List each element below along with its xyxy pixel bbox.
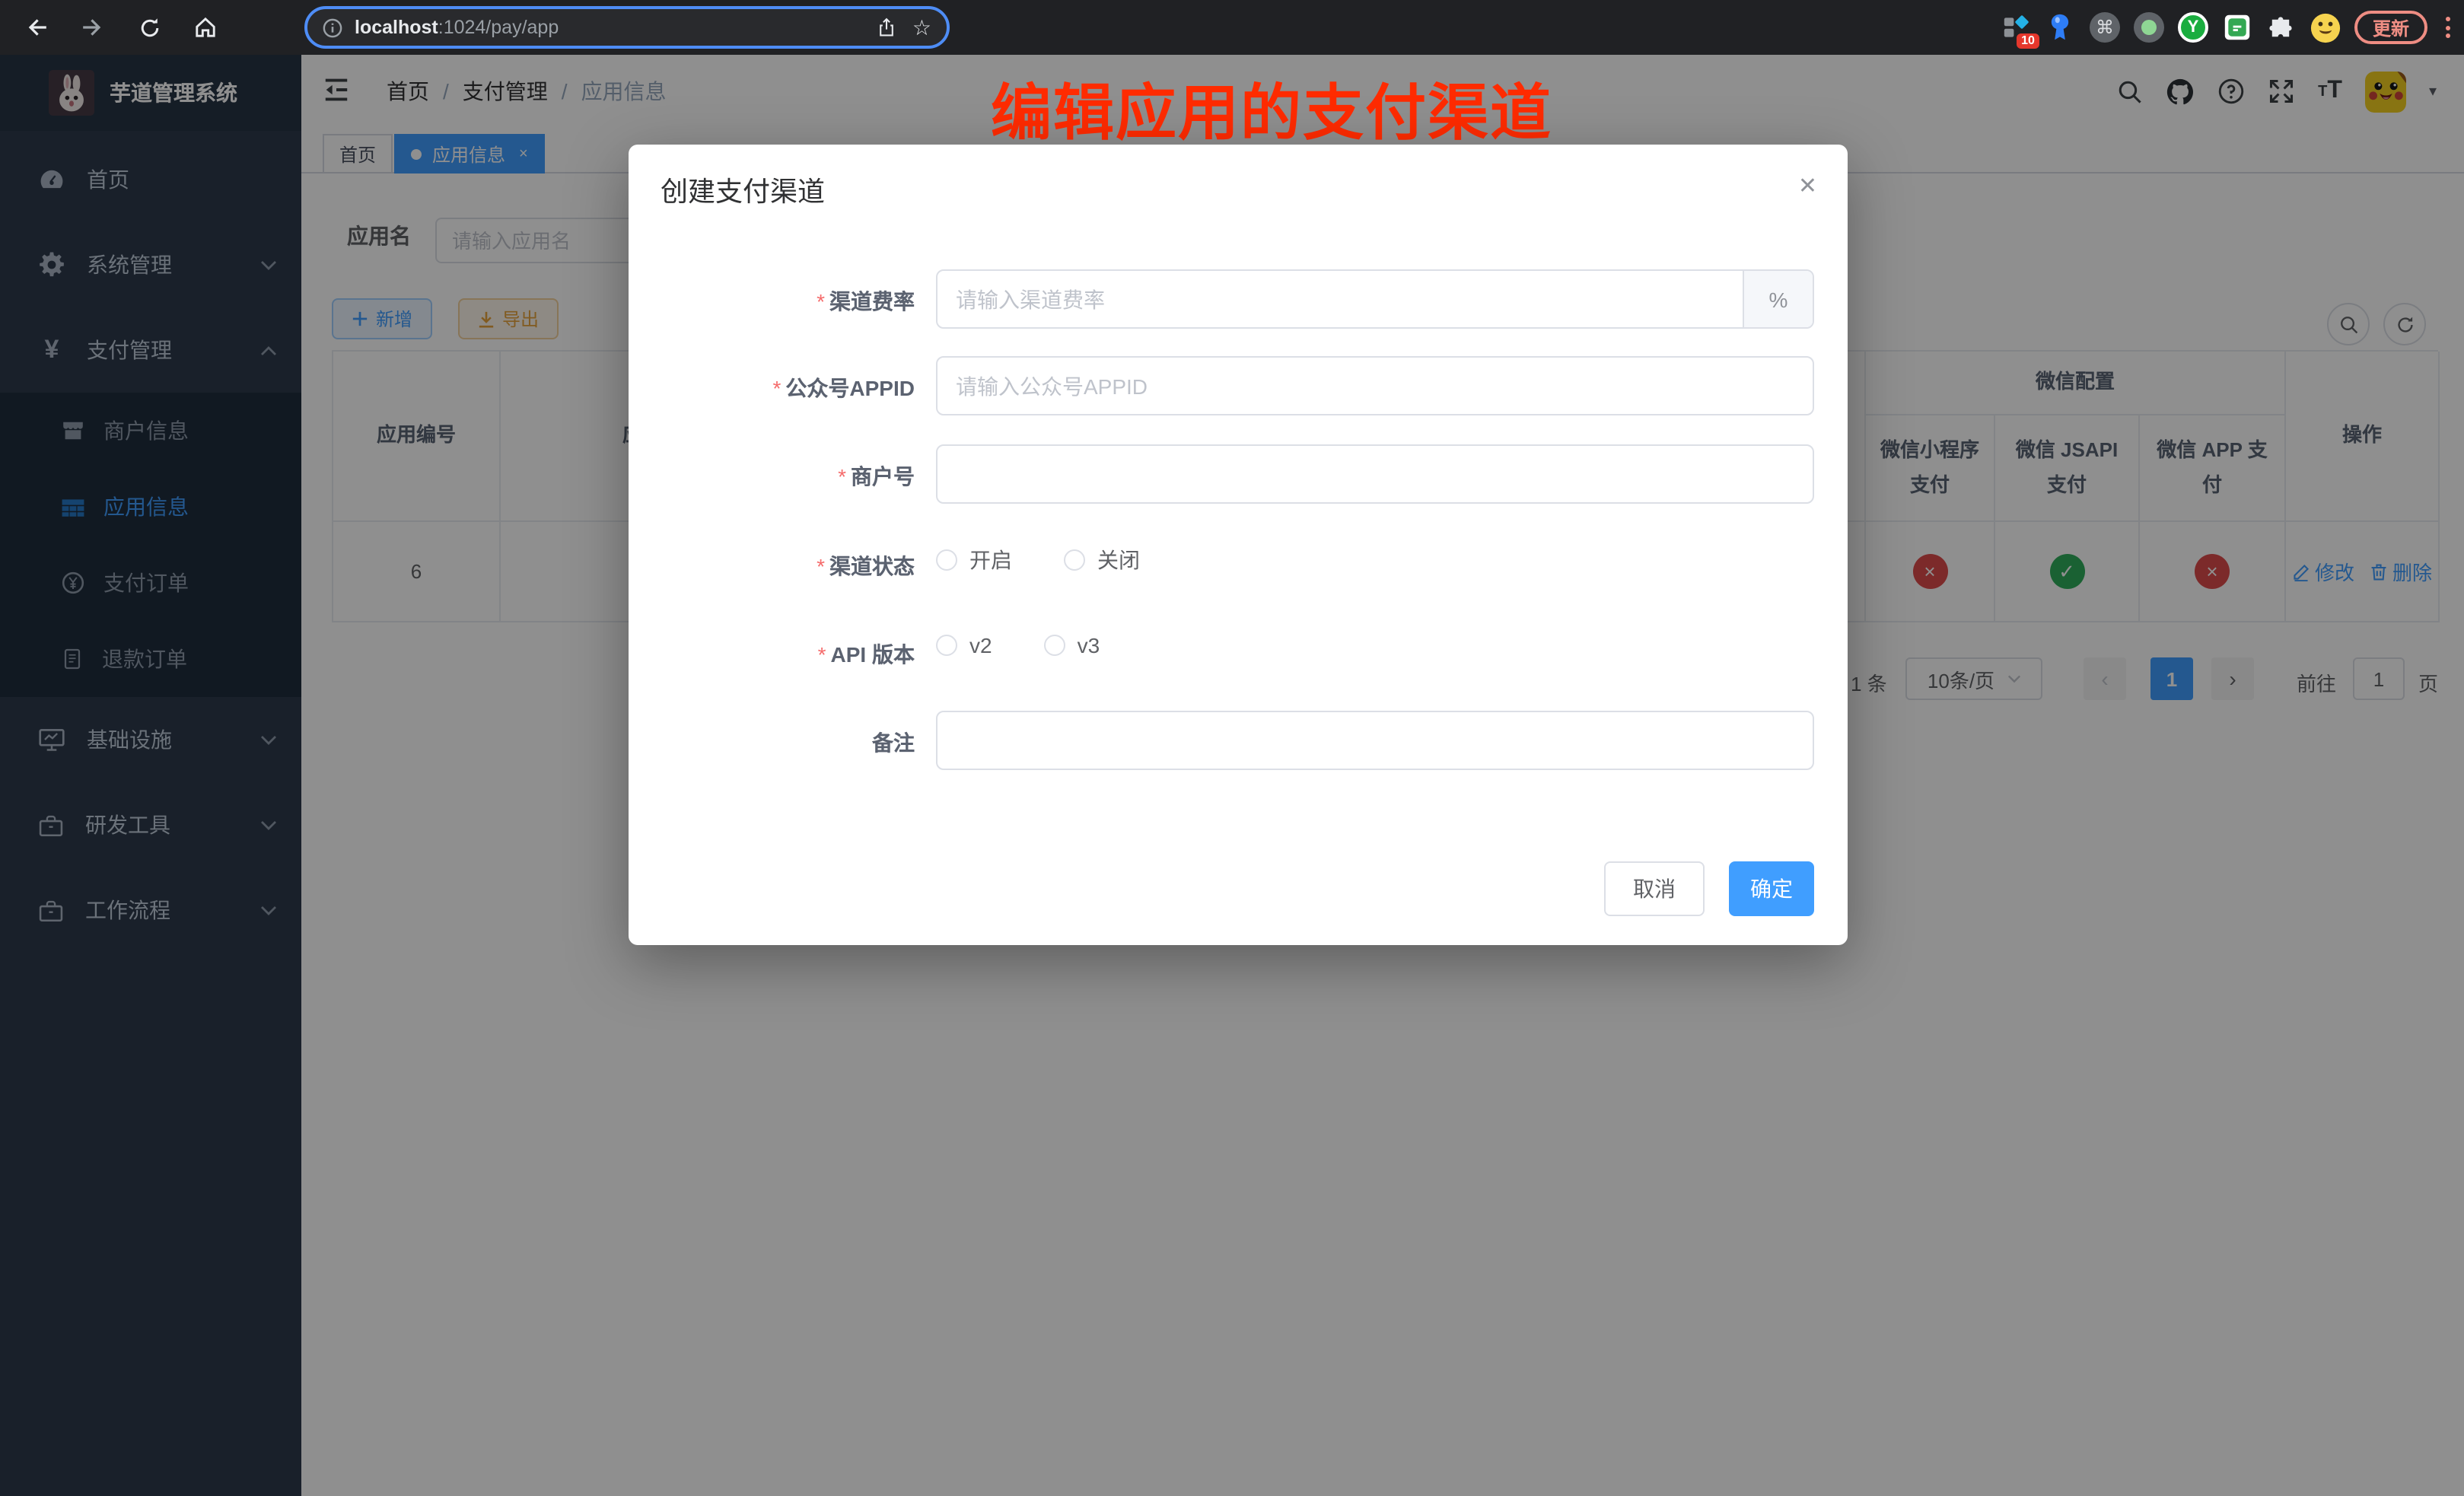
extensions-puzzle-icon[interactable]	[2266, 12, 2297, 43]
cancel-button[interactable]: 取消	[1604, 861, 1705, 916]
page: localhost:1024/pay/app ☆ 10 ⌘	[0, 0, 2464, 1496]
browser-profile-avatar[interactable]	[2310, 12, 2341, 43]
remark-label: 备注	[656, 727, 915, 758]
merchant-input[interactable]	[936, 444, 1814, 504]
ext-blue-diamond-icon[interactable]: 10	[2001, 12, 2032, 43]
radio-circle-icon	[936, 549, 957, 571]
rate-input[interactable]	[938, 271, 1743, 327]
forward-icon[interactable]	[78, 12, 108, 43]
ext-chat-icon[interactable]	[2222, 12, 2252, 43]
merchant-label: *商户号	[656, 461, 915, 492]
reload-icon[interactable]	[134, 12, 164, 43]
api-v3-radio[interactable]: v3	[1044, 633, 1100, 657]
url-host: localhost	[355, 17, 438, 38]
rate-suffix: %	[1743, 271, 1813, 327]
ext-map-pin-icon[interactable]	[2045, 12, 2076, 43]
status-radio-group: 开启 关闭	[936, 545, 1140, 575]
url-path: :1024/pay/app	[438, 17, 559, 38]
ext-command-icon[interactable]: ⌘	[2090, 12, 2120, 43]
ext-y-icon[interactable]: Y	[2178, 12, 2208, 43]
radio-circle-icon	[1064, 549, 1085, 571]
remark-input[interactable]	[936, 711, 1814, 770]
appid-label: *公众号APPID	[656, 373, 915, 403]
radio-circle-icon	[1044, 635, 1065, 656]
home-icon[interactable]	[190, 12, 221, 43]
api-version-label: *API 版本	[656, 639, 915, 670]
create-pay-channel-dialog: 创建支付渠道 ✕ *渠道费率 % *公众号APPID *商户号 *渠道状态 开启…	[629, 145, 1848, 945]
ext-badge: 10	[2017, 33, 2039, 49]
api-v2-radio[interactable]: v2	[936, 633, 992, 657]
bookmark-star-icon[interactable]: ☆	[912, 14, 931, 40]
browser-menu-icon[interactable]	[2441, 17, 2455, 38]
address-bar[interactable]: localhost:1024/pay/app ☆	[304, 6, 950, 49]
update-button[interactable]: 更新	[2354, 11, 2427, 44]
dialog-title: 创建支付渠道	[661, 170, 825, 210]
dialog-close-icon[interactable]: ✕	[1798, 172, 1817, 199]
browser-chrome: localhost:1024/pay/app ☆ 10 ⌘	[0, 0, 2464, 55]
rate-label: *渠道费率	[656, 286, 915, 317]
status-label: *渠道状态	[656, 551, 915, 581]
api-version-radio-group: v2 v3	[936, 633, 1100, 657]
annotation-text: 编辑应用的支付渠道	[991, 64, 1552, 152]
rate-input-group: %	[936, 269, 1814, 329]
status-off-radio[interactable]: 关闭	[1064, 545, 1140, 575]
ext-green-dot-icon[interactable]	[2134, 12, 2164, 43]
url-text: localhost:1024/pay/app	[355, 14, 559, 41]
share-icon[interactable]	[877, 17, 897, 38]
back-icon[interactable]	[21, 12, 52, 43]
status-on-radio[interactable]: 开启	[936, 545, 1012, 575]
info-icon[interactable]	[323, 18, 342, 37]
appid-input[interactable]	[936, 356, 1814, 415]
confirm-button[interactable]: 确定	[1729, 861, 1814, 916]
radio-circle-icon	[936, 635, 957, 656]
